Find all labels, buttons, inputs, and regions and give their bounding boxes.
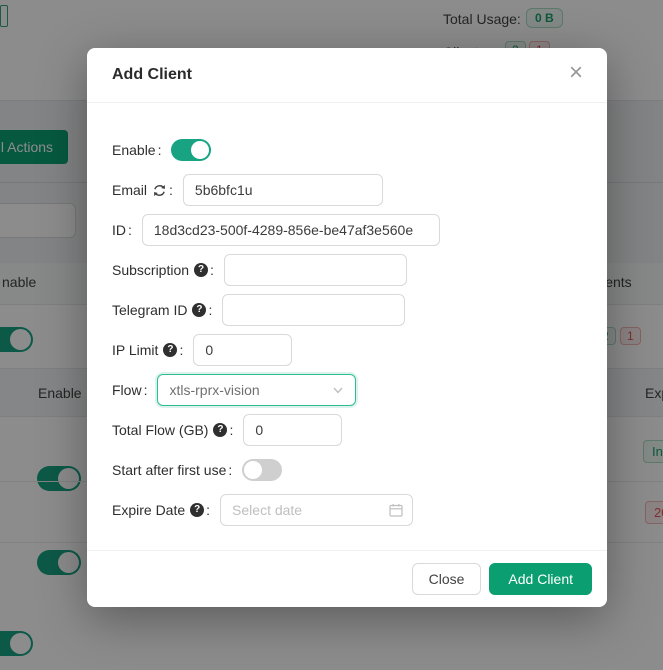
flow-select[interactable]: xtls-rprx-vision — [157, 374, 356, 406]
field-row-telegram: Telegram ID ? — [112, 294, 582, 326]
label-colon — [158, 142, 162, 158]
total-flow-input[interactable] — [243, 414, 342, 446]
ip-limit-input[interactable] — [193, 334, 292, 366]
label-colon — [208, 302, 212, 318]
expire-date-input[interactable] — [220, 494, 413, 526]
close-icon[interactable]: × — [563, 59, 589, 87]
chevron-down-icon — [332, 384, 344, 396]
modal-footer: Close Add Client — [87, 550, 607, 607]
subscription-input[interactable] — [224, 254, 407, 286]
field-row-flow: Flow xtls-rprx-vision — [112, 374, 582, 406]
label-colon — [128, 222, 132, 238]
email-label: Email — [112, 182, 147, 198]
expire-date-label: Expire Date — [112, 502, 185, 518]
help-icon[interactable]: ? — [163, 343, 177, 357]
flow-label: Flow — [112, 382, 142, 398]
email-input[interactable] — [183, 174, 383, 206]
add-client-button[interactable]: Add Client — [489, 563, 592, 595]
subscription-label: Subscription — [112, 262, 189, 278]
add-client-modal: Add Client × Enable Email ID — [87, 48, 607, 607]
label-colon — [206, 502, 210, 518]
start-after-first-use-toggle[interactable] — [242, 459, 282, 481]
id-input[interactable] — [142, 214, 440, 246]
flow-selected-value: xtls-rprx-vision — [169, 382, 259, 398]
field-row-enable: Enable — [112, 134, 582, 166]
expire-date-picker[interactable] — [220, 494, 413, 526]
telegram-label: Telegram ID — [112, 302, 187, 318]
field-row-total-flow: Total Flow (GB) ? — [112, 414, 582, 446]
enable-toggle[interactable] — [171, 139, 211, 161]
field-row-expire-date: Expire Date ? — [112, 494, 582, 526]
label-colon — [144, 382, 148, 398]
field-row-email: Email — [112, 174, 582, 206]
enable-label: Enable — [112, 142, 156, 158]
modal-header: Add Client × — [87, 48, 607, 103]
total-flow-label: Total Flow (GB) — [112, 422, 208, 438]
help-icon[interactable]: ? — [192, 303, 206, 317]
toggle-knob — [244, 461, 262, 479]
help-icon[interactable]: ? — [190, 503, 204, 517]
toggle-knob — [191, 141, 209, 159]
label-colon — [210, 262, 214, 278]
regenerate-email-icon[interactable] — [152, 183, 167, 198]
field-row-id: ID — [112, 214, 582, 246]
label-colon — [169, 182, 173, 198]
field-row-ip-limit: IP Limit ? — [112, 334, 582, 366]
help-icon[interactable]: ? — [194, 263, 208, 277]
start-after-first-use-label: Start after first use — [112, 462, 226, 478]
close-button[interactable]: Close — [412, 563, 482, 595]
label-colon — [228, 462, 232, 478]
help-icon[interactable]: ? — [213, 423, 227, 437]
id-label: ID — [112, 222, 126, 238]
telegram-id-input[interactable] — [222, 294, 405, 326]
label-colon — [229, 422, 233, 438]
field-row-start-after-first-use: Start after first use — [112, 454, 582, 486]
modal-title: Add Client — [112, 66, 192, 84]
field-row-subscription: Subscription ? — [112, 254, 582, 286]
modal-body: Enable Email ID Subscription — [87, 103, 607, 550]
ip-limit-label: IP Limit — [112, 342, 158, 358]
label-colon — [179, 342, 183, 358]
